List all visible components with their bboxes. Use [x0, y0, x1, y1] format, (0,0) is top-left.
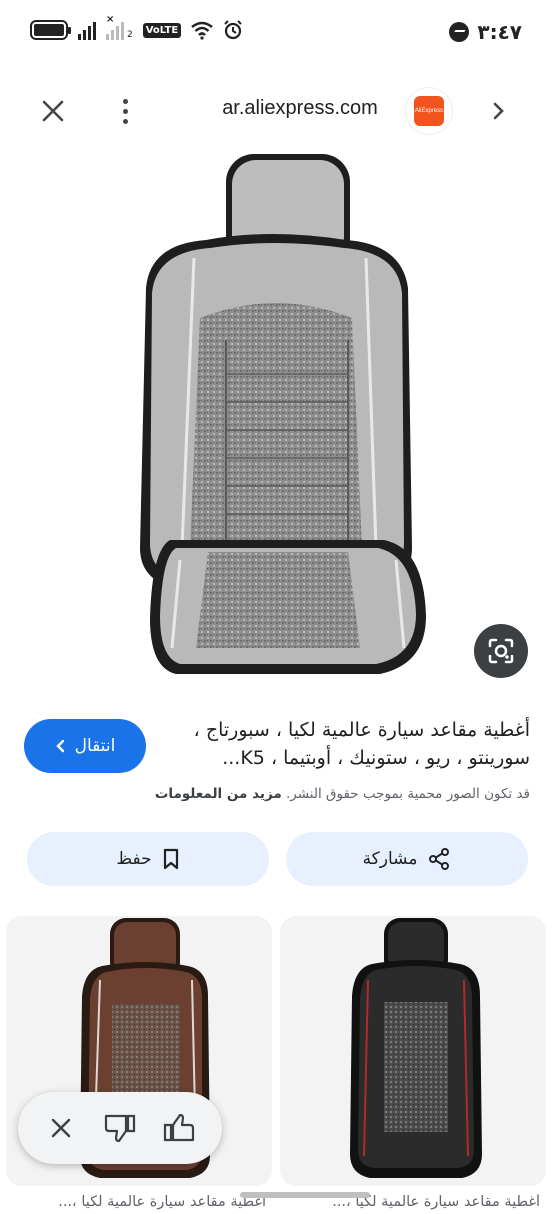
- signal-icon: [78, 20, 96, 40]
- more-info-link[interactable]: مزيد من المعلومات: [155, 786, 282, 802]
- lens-icon: [488, 638, 514, 664]
- more-options-button[interactable]: [110, 94, 140, 128]
- dismiss-feedback-button[interactable]: [41, 1108, 81, 1148]
- visit-label: انتقال: [74, 736, 116, 756]
- thumbs-down-icon: [104, 1114, 136, 1143]
- status-bar: × 2 VoLTE ٣:٤٧: [0, 0, 552, 66]
- home-indicator[interactable]: [240, 1192, 370, 1198]
- wifi-icon: [191, 21, 213, 40]
- thumbs-down-button[interactable]: [100, 1108, 140, 1148]
- status-time: ٣:٤٧: [477, 20, 522, 44]
- related-caption[interactable]: أغطية مقاعد سيارة عالمية لكيا ،...: [6, 1194, 266, 1210]
- google-lens-button[interactable]: [474, 624, 528, 678]
- forward-button[interactable]: [484, 96, 514, 126]
- thumbs-up-icon: [163, 1113, 194, 1142]
- site-favicon: AliExpress: [406, 88, 452, 134]
- chevron-left-icon: [55, 739, 64, 753]
- close-icon: [52, 1118, 71, 1138]
- chevron-right-icon: [493, 102, 504, 120]
- battery-icon: [30, 20, 71, 40]
- save-button[interactable]: حفظ: [27, 832, 269, 886]
- status-icons-left: × 2 VoLTE: [30, 14, 243, 40]
- copyright-notice: قد تكون الصور محمية بموجب حقوق النشر. مز…: [110, 786, 530, 802]
- alarm-icon: [224, 20, 242, 40]
- share-button[interactable]: مشاركة: [286, 832, 528, 886]
- status-icons-right: ٣:٤٧: [449, 20, 522, 44]
- close-button[interactable]: [36, 94, 70, 128]
- messenger-icon: [449, 22, 470, 42]
- browser-header: ar.aliexpress.com AliExpress: [0, 78, 552, 142]
- aliexpress-logo-icon: AliExpress: [414, 96, 444, 126]
- thumbs-up-button[interactable]: [159, 1108, 199, 1148]
- volte-badge: VoLTE: [142, 22, 182, 38]
- related-result-card[interactable]: [280, 916, 546, 1186]
- main-product-image[interactable]: [0, 148, 552, 696]
- share-label: مشاركة: [362, 849, 418, 869]
- save-label: حفظ: [116, 849, 152, 869]
- close-icon: [42, 100, 64, 122]
- result-title[interactable]: أغطية مقاعد سيارة عالمية لكيا ، سبورتاج …: [160, 716, 530, 772]
- bookmark-icon: [163, 848, 178, 870]
- copyright-text: قد تكون الصور محمية بموجب حقوق النشر.: [286, 786, 530, 802]
- signal-sim2-icon: × 2: [106, 14, 133, 40]
- share-icon: [429, 848, 450, 870]
- visit-button[interactable]: انتقال: [24, 719, 146, 773]
- feedback-pill: [18, 1092, 222, 1164]
- page-url[interactable]: ar.aliexpress.com: [190, 97, 410, 120]
